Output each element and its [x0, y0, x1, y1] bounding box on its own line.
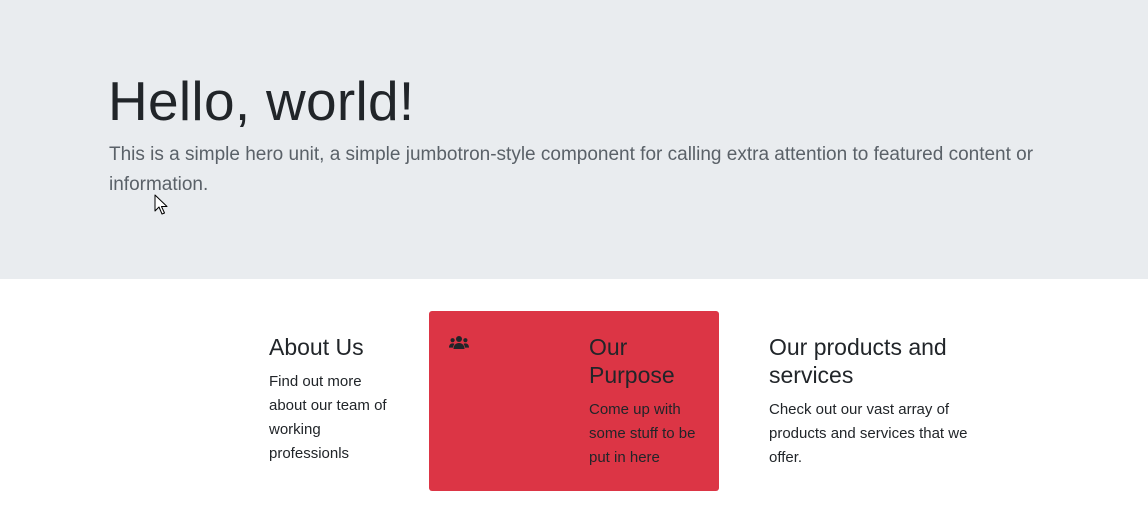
our-purpose-text: Come up with some stuff to be put in her…	[589, 401, 696, 466]
users-icon	[449, 336, 469, 349]
jumbotron: Hello, world! This is a simple hero unit…	[0, 0, 1148, 279]
mouse-pointer-icon	[154, 194, 168, 215]
products-services-text: Check out our vast array of products and…	[769, 401, 968, 466]
about-us-title: About Us	[269, 334, 364, 360]
our-purpose-body: Our Purpose Come up with some stuff to b…	[589, 333, 699, 470]
hero-title: Hello, world!	[108, 70, 415, 132]
our-purpose-card: Our Purpose Come up with some stuff to b…	[429, 311, 719, 491]
about-us-card: About Us Find out more about our team of…	[269, 311, 399, 491]
about-us-text: Find out more about our team of working …	[269, 373, 387, 462]
products-services-title: Our products and services	[769, 334, 947, 388]
our-purpose-title: Our Purpose	[589, 334, 675, 388]
hero-lead: This is a simple hero unit, a simple jum…	[109, 144, 1034, 195]
products-services-card: Our products and services Check out our …	[769, 311, 999, 491]
